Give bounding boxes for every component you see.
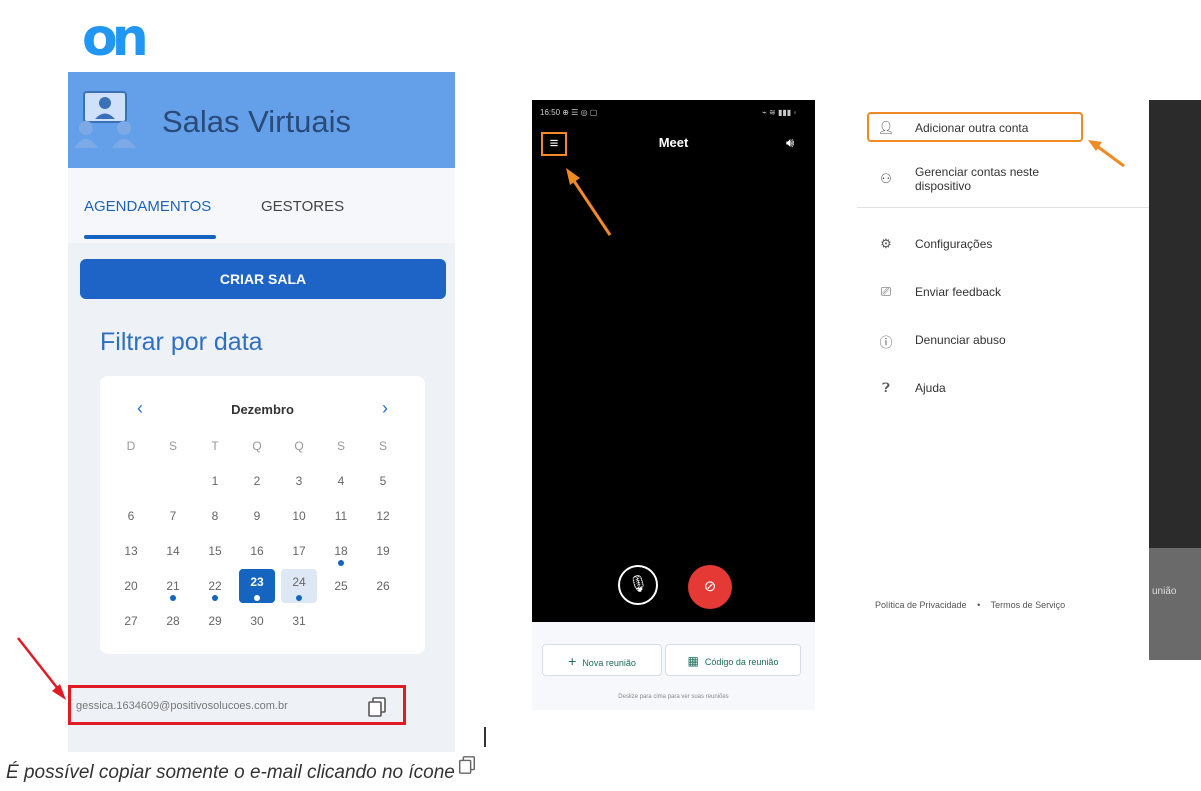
copy-icon — [459, 756, 475, 774]
orange-arrow-add-account — [1088, 140, 1125, 168]
text-cursor — [484, 727, 486, 747]
caption-text: É possível copiar somente o e-mail clica… — [6, 762, 455, 783]
